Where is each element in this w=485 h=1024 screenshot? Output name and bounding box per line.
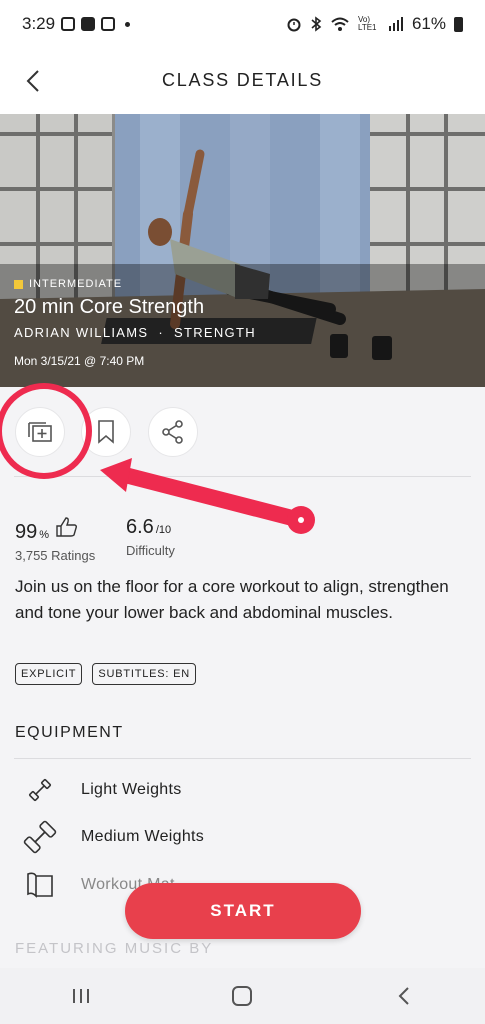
system-back-button[interactable] (384, 976, 424, 1016)
wifi-icon (331, 17, 349, 31)
recent-apps-button[interactable] (61, 976, 101, 1016)
equipment-label: Light Weights (81, 781, 182, 798)
battery-percent: 61% (411, 14, 446, 33)
class-level: INTERMEDIATE (14, 278, 256, 290)
home-icon (232, 986, 253, 1006)
share-icon (162, 420, 183, 444)
equipment-item: Light Weights (22, 772, 182, 808)
class-meta: ADRIAN WILLIAMS · STRENGTH (14, 325, 256, 340)
rating-count: 3,755 Ratings (15, 548, 96, 563)
signal-icon (388, 17, 403, 31)
equipment-item: Medium Weights (22, 819, 204, 855)
page-title: CLASS DETAILS (161, 70, 324, 90)
home-button[interactable] (222, 976, 262, 1016)
battery-icon (454, 16, 463, 32)
music-heading: FEATURING MUSIC BY (15, 940, 214, 957)
medium-weights-icon (22, 819, 58, 855)
notification-icon (81, 17, 96, 31)
light-weights-icon (22, 772, 58, 808)
add-to-stack-icon (28, 422, 52, 442)
level-indicator-icon (14, 279, 23, 289)
start-button[interactable]: START (125, 883, 361, 939)
equipment-heading: EQUIPMENT (15, 724, 124, 741)
status-bar: 3:29 Vo) LTE1 61% (0, 0, 485, 48)
workout-mat-icon (22, 867, 58, 903)
divider (14, 758, 471, 759)
alarm-icon (287, 18, 301, 32)
tag-list: EXPLICIT SUBTITLES: EN (15, 663, 197, 685)
tag-explicit: EXPLICIT (15, 663, 83, 685)
thumbs-up-icon (56, 517, 78, 537)
meta-separator: · (158, 325, 164, 340)
annotation-arrow-line (117, 467, 308, 528)
bluetooth-icon (311, 16, 322, 32)
class-hero-image[interactable]: INTERMEDIATE 20 min Core Strength ADRIAN… (0, 114, 485, 387)
class-info: INTERMEDIATE 20 min Core Strength ADRIAN… (14, 278, 256, 368)
instagram-icon (61, 17, 76, 31)
network-label: Vo) LTE1 (357, 15, 377, 32)
class-date: Mon 3/15/21 @ 7:40 PM (14, 354, 145, 368)
class-category: STRENGTH (174, 325, 256, 340)
rating-stat: 99 % 3,755 Ratings (15, 516, 95, 563)
more-notifications-icon (125, 21, 131, 27)
bookmark-button[interactable] (81, 407, 131, 457)
instructor-name: ADRIAN WILLIAMS (14, 325, 149, 340)
bookmark-icon (98, 420, 114, 444)
difficulty-unit: /10 (155, 524, 172, 536)
divider (14, 476, 471, 477)
difficulty-label: Difficulty (126, 543, 175, 558)
add-to-stack-button[interactable] (15, 407, 65, 457)
instagram-icon (101, 17, 116, 31)
system-nav-bar (0, 968, 485, 1024)
difficulty-value: 6.6 (126, 516, 154, 538)
chevron-left-icon (398, 987, 409, 1005)
share-button[interactable] (148, 407, 198, 457)
action-row (0, 406, 485, 458)
rating-unit: % (39, 529, 50, 541)
class-description: Join us on the floor for a core workout … (15, 577, 449, 622)
status-time: 3:29 (22, 14, 56, 33)
level-label: INTERMEDIATE (29, 278, 123, 290)
annotation-arrow-tail (287, 506, 315, 534)
class-title: 20 min Core Strength (14, 296, 205, 318)
header: CLASS DETAILS (0, 48, 485, 114)
annotation-arrow-head (100, 458, 132, 492)
tag-subtitles: SUBTITLES: EN (92, 663, 197, 685)
recent-apps-icon (72, 989, 89, 1003)
difficulty-stat: 6.6 /10 Difficulty (126, 516, 175, 558)
rating-value: 99 (15, 521, 38, 543)
equipment-label: Medium Weights (81, 828, 205, 845)
